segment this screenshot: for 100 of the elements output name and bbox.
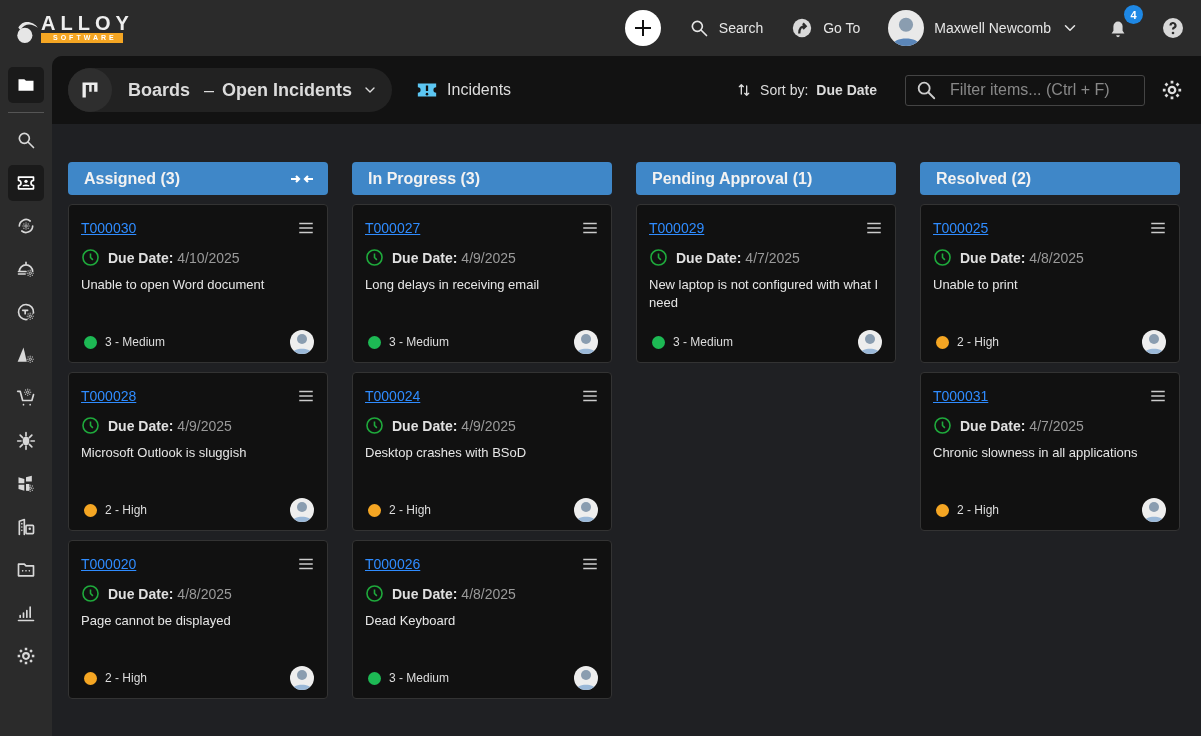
sort-button[interactable]: Sort by: Due Date <box>736 82 877 98</box>
due-date: 4/9/2025 <box>461 249 516 266</box>
bar-chart-icon <box>16 603 36 623</box>
sidebar-item[interactable] <box>8 165 44 201</box>
ticket-link[interactable]: T000025 <box>933 220 989 236</box>
due-date-label: Due Date: <box>108 249 174 266</box>
column-title: Assigned (3) <box>84 169 180 188</box>
avatar <box>290 666 314 690</box>
ticket-link[interactable]: T000024 <box>365 388 421 404</box>
column-title: Resolved (2) <box>936 169 1032 188</box>
ticket-summary: Page cannot be displayed <box>81 612 232 630</box>
due-date-label: Due Date: <box>960 249 1026 266</box>
sidebar-item[interactable] <box>8 67 44 103</box>
due-date: 4/7/2025 <box>745 249 800 266</box>
due-date-label: Due Date: <box>392 417 458 434</box>
clock-icon <box>81 248 100 267</box>
ticket-summary: Dead Keyboard <box>365 612 457 630</box>
ticket-link[interactable]: T000026 <box>365 556 421 572</box>
add-button[interactable] <box>624 10 661 46</box>
clock-icon <box>81 584 100 603</box>
due-date-label: Due Date: <box>108 585 174 602</box>
user-menu-button[interactable]: Maxwell Newcomb <box>888 10 1079 46</box>
ticket-link[interactable]: T000031 <box>933 388 989 404</box>
go-to-button[interactable]: Go To <box>791 17 861 39</box>
avatar <box>1142 498 1166 522</box>
avatar <box>574 666 598 690</box>
clock-icon <box>933 416 952 435</box>
avatar <box>574 330 598 354</box>
ticket-link[interactable]: T000020 <box>81 556 137 572</box>
priority-label: 2 - High <box>105 503 148 517</box>
clock-icon <box>933 248 952 267</box>
due-date-label: Due Date: <box>960 417 1026 434</box>
due-date-label: Due Date: <box>108 417 174 434</box>
priority-label: 3 - Medium <box>105 335 166 349</box>
due-date: 4/9/2025 <box>461 417 516 434</box>
ticket-card[interactable]: T000028 Due Date: 4/9/2025 Microsoft Outlook is sluggish 2 - High <box>68 372 328 531</box>
ticket-card[interactable]: T000031 Due Date: 4/7/2025 Chronic slowness in all applications 2 - High <box>920 372 1180 531</box>
avatar <box>574 498 598 522</box>
due-date: 4/8/2025 <box>1029 249 1084 266</box>
priority-label: 3 - Medium <box>389 671 450 685</box>
due-date: 4/8/2025 <box>461 585 516 602</box>
clock-icon <box>365 416 384 435</box>
cart-gear-icon <box>16 388 36 408</box>
help-icon[interactable] <box>1161 16 1185 40</box>
notification-count: 4 <box>1124 5 1143 24</box>
ticket-card[interactable]: T000030 Due Date: 4/10/2025 Unable to open Word document 3 - Medium <box>68 204 328 363</box>
due-date-label: Due Date: <box>676 249 742 266</box>
ticket-card[interactable]: T000027 Due Date: 4/9/2025 Long delays in receiving email 3 - Medium <box>352 204 612 363</box>
object-type-link[interactable]: Incidents <box>416 79 512 101</box>
ticket-summary: Long delays in receiving email <box>365 276 541 294</box>
search-icon <box>16 130 36 150</box>
column-title: In Progress (3) <box>368 169 481 188</box>
priority-label: 2 - High <box>957 503 1000 517</box>
filter-field[interactable]: Filter items... (Ctrl + F) <box>905 74 1145 106</box>
priority-label: 3 - Medium <box>389 335 450 349</box>
folder-icon <box>16 560 36 580</box>
clock-icon <box>81 416 100 435</box>
ticket-summary: Unable to open Word document <box>81 276 266 294</box>
ticket-link[interactable]: T000028 <box>81 388 137 404</box>
clock-icon <box>365 248 384 267</box>
ticket-summary: New laptop is not configured with what I need <box>649 276 880 312</box>
due-date: 4/9/2025 <box>177 417 232 434</box>
settings-icon[interactable] <box>1161 79 1183 101</box>
clock-icon <box>649 248 668 267</box>
ticket-link[interactable]: T000030 <box>81 220 137 236</box>
priority-label: 2 - High <box>957 335 1000 349</box>
ticket-card[interactable]: T000024 Due Date: 4/9/2025 Desktop crashes with BSoD 2 - High <box>352 372 612 531</box>
clock-icon <box>365 584 384 603</box>
settings-icon <box>16 646 36 666</box>
due-date: 4/8/2025 <box>177 585 232 602</box>
blocks-gear-icon <box>16 474 36 494</box>
search-button[interactable]: Search <box>688 18 764 38</box>
ticket-card[interactable]: T000029 Due Date: 4/7/2025 New laptop is not configured with what I need 3 - Medium <box>636 204 896 363</box>
due-date-label: Due Date: <box>392 249 458 266</box>
building-icon <box>16 517 36 537</box>
due-date: 4/7/2025 <box>1029 417 1084 434</box>
avatar <box>888 10 925 46</box>
cycle-gear-icon <box>16 216 36 236</box>
pyramid-gear-icon <box>16 345 36 365</box>
avatar <box>1142 330 1166 354</box>
ticket-icon <box>16 173 36 193</box>
board-icon <box>80 80 100 100</box>
ticket-link[interactable]: T000029 <box>649 220 705 236</box>
ticket-card[interactable]: T000025 Due Date: 4/8/2025 Unable to print 2 - High <box>920 204 1180 363</box>
ticket-link[interactable]: T000027 <box>365 220 421 236</box>
priority-label: 3 - Medium <box>673 335 734 349</box>
priority-label: 2 - High <box>105 671 148 685</box>
ticket-summary: Microsoft Outlook is sluggish <box>81 444 248 462</box>
avatar <box>290 330 314 354</box>
board-selector[interactable]: Boards – Open Incidents <box>68 68 393 112</box>
due-date: 4/10/2025 <box>177 249 240 266</box>
logo-wordmark: ALLOY <box>41 13 134 33</box>
ticket-card[interactable]: T000020 Due Date: 4/8/2025 Page cannot be displayed 2 - High <box>68 540 328 699</box>
ticket-card[interactable]: T000026 Due Date: 4/8/2025 Dead Keyboard 3 - Medium <box>352 540 612 699</box>
bell-gear-icon <box>16 259 36 279</box>
ticket-summary: Desktop crashes with BSoD <box>365 444 528 462</box>
priority-label: 2 - High <box>389 503 432 517</box>
ticket-summary: Chronic slowness in all applications <box>933 444 1139 462</box>
avatar <box>858 330 882 354</box>
due-date-label: Due Date: <box>392 585 458 602</box>
